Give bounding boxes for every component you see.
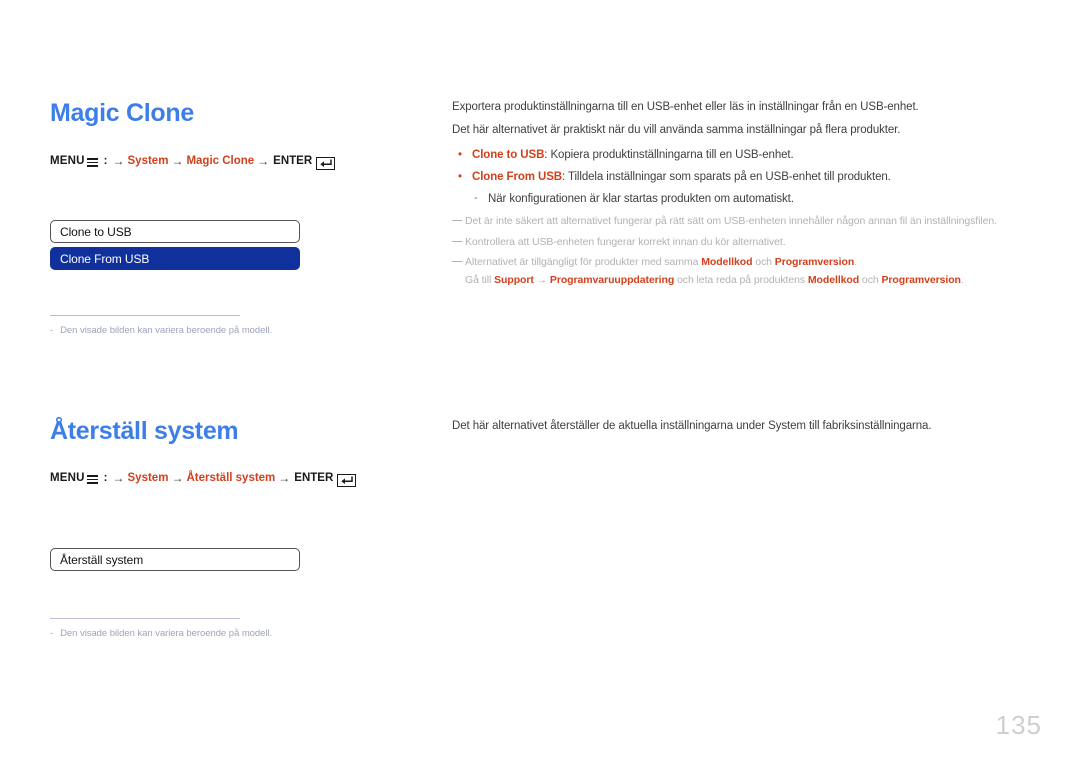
note-text-run: och [859, 273, 882, 286]
page-title: Magic Clone [50, 99, 194, 127]
note-text: Kontrollera att USB-enheten fungerar kor… [465, 235, 786, 248]
bullet-icon: • [458, 171, 462, 184]
osd-option-clone-to-usb[interactable]: Clone to USB [50, 220, 300, 243]
sub-list-item-text: När konfigurationen är klar startas prod… [488, 192, 794, 205]
note-text-run: Gå till [465, 273, 495, 286]
breadcrumb-magic-clone: MENU : → System → Magic Clone → ENTER [50, 153, 430, 170]
note: Gå till Support → Programvaruuppdatering… [452, 274, 1042, 288]
enter-return-key-icon [337, 474, 357, 487]
arrow-icon: → [278, 470, 291, 485]
note-text-run: . [854, 256, 858, 269]
note-text-run: och [752, 256, 775, 269]
note-keyword: Support [494, 273, 534, 286]
osd-option-label: Clone to USB [60, 224, 132, 239]
menu-label: MENU [50, 154, 85, 167]
figure-note-text: Den visade bilden kan variera beroende p… [60, 628, 273, 639]
description-magic-clone: Exportera produktinställningarna till en… [452, 100, 1042, 287]
page-number: 135 [995, 710, 1042, 740]
note-text: Gå till Support → Programvaruuppdatering… [465, 274, 964, 288]
arrow-icon: → [257, 153, 270, 168]
description-aterstall-system: Det här alternativet återställer de aktu… [452, 419, 1042, 433]
divider [50, 315, 240, 316]
figure-note-magic-clone: - Den visade bilden kan variera beroende… [50, 315, 430, 336]
note-keyword: Modellkod [701, 256, 753, 269]
note-text: Alternativet är tillgängligt för produkt… [465, 256, 857, 270]
note-text-run: och leta reda på produktens [674, 273, 808, 286]
figure-note-text: Den visade bilden kan variera beroende p… [60, 325, 273, 336]
note-dash: — [452, 213, 463, 226]
breadcrumb-item-aterstall-system[interactable]: Återställ system [186, 472, 275, 485]
list-item-text: : Tilldela inställningar som sparats på … [561, 171, 891, 184]
paragraph: Det här alternativet är praktiskt när du… [452, 124, 901, 137]
figure-note-dash: - [50, 325, 54, 336]
osd-list-magic-clone: Clone to USB Clone From USB [50, 220, 430, 270]
note-dash: — [452, 234, 463, 247]
enter-label: ENTER [273, 154, 313, 167]
list-item: • Clone to USB: Kopiera produktinställni… [452, 148, 1042, 162]
note: — Det är inte säkert att alternativet fu… [452, 213, 1042, 229]
list-item-keyword: Clone From USB [472, 171, 562, 184]
arrow-icon: → [112, 153, 125, 168]
breadcrumb-separator: : [103, 471, 108, 484]
breadcrumb-item-system[interactable]: System [128, 155, 169, 168]
arrow-icon: → [171, 470, 184, 485]
section-aterstall-system-heading-block: Återställ system [50, 417, 430, 446]
list-item-keyword: Clone to USB [472, 148, 545, 161]
note-text-run: Alternativet är tillgängligt för produkt… [465, 256, 702, 269]
bullet-icon: • [458, 148, 462, 161]
osd-option-clone-from-usb[interactable]: Clone From USB [50, 247, 300, 270]
breadcrumb-separator: : [103, 154, 108, 167]
divider [50, 618, 240, 619]
menu-bars-icon [86, 475, 98, 484]
figure-note-aterstall-system: - Den visade bilden kan variera beroende… [50, 618, 430, 639]
manual-page: Magic Clone MENU : → System → Magic Clon… [0, 0, 1080, 763]
note-text-run: → [533, 273, 550, 286]
note-text: Det är inte säkert att alternativet fung… [465, 214, 997, 227]
arrow-icon: → [112, 470, 125, 485]
osd-option-label: Clone From USB [60, 251, 150, 266]
page-title: Återställ system [50, 417, 239, 445]
note-keyword: Programversion [881, 273, 961, 286]
list-item-text: : Kopiera produktinställningarna till en… [544, 148, 794, 161]
paragraph: Exportera produktinställningarna till en… [452, 101, 919, 113]
menu-bars-icon [86, 158, 98, 167]
note-keyword: Programversion [774, 256, 855, 269]
enter-return-key-icon [316, 157, 336, 170]
breadcrumb-item-magic-clone[interactable]: Magic Clone [186, 155, 254, 168]
note: — Kontrollera att USB-enheten fungerar k… [452, 234, 1042, 250]
note: — Alternativet är tillgängligt för produ… [452, 255, 1042, 270]
arrow-icon: → [171, 153, 184, 168]
breadcrumb-aterstall-system: MENU : → System → Återställ system → ENT… [50, 470, 430, 487]
note-keyword: Programvaruuppdatering [549, 273, 675, 286]
note-keyword: Modellkod [807, 273, 860, 286]
note-text-run: . [960, 273, 964, 286]
breadcrumb-item-system[interactable]: System [128, 472, 169, 485]
section-magic-clone-heading-block: Magic Clone [50, 99, 430, 128]
menu-label: MENU [50, 471, 85, 484]
note-dash: — [452, 255, 463, 268]
sub-bullet-icon: - [474, 191, 478, 204]
enter-label: ENTER [294, 471, 334, 484]
osd-option-aterstall-system[interactable]: Återställ system [50, 548, 300, 571]
osd-list-aterstall-system: Återställ system [50, 548, 430, 571]
paragraph: Det här alternativet återställer de aktu… [452, 420, 932, 432]
sub-list-item: - När konfigurationen är klar startas pr… [452, 192, 1042, 206]
figure-note-dash: - [50, 628, 54, 639]
list-item: • Clone From USB: Tilldela inställningar… [452, 170, 1042, 184]
osd-option-label: Återställ system [60, 552, 144, 567]
